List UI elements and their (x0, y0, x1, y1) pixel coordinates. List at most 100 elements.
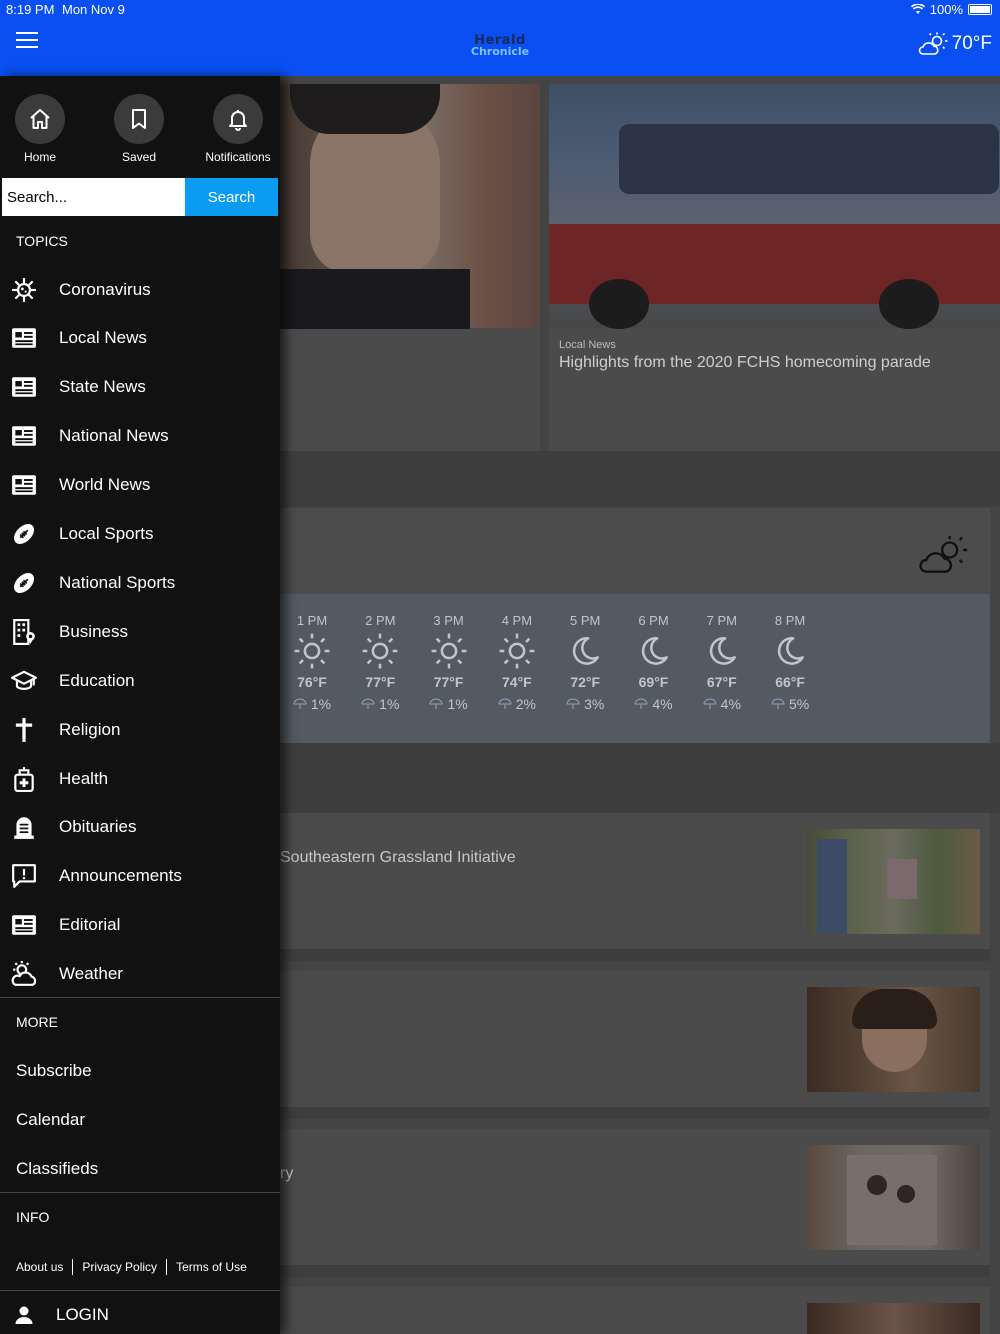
moon-icon (555, 632, 615, 670)
umbrella-icon (429, 696, 447, 712)
forecast-temp: 67°F (706, 674, 737, 690)
article-thumbnail (807, 987, 980, 1092)
info-heading: INFO (16, 1209, 50, 1225)
moon-icon (760, 632, 820, 670)
topic-health[interactable]: Health (0, 754, 280, 803)
article-row[interactable] (280, 971, 990, 1107)
umbrella-icon (634, 696, 652, 712)
header-temperature: 70°F (951, 33, 992, 54)
quick-link-label: Saved (121, 150, 157, 164)
topic-weather[interactable]: Weather (0, 950, 280, 999)
newspaper-icon (0, 912, 48, 938)
umbrella-icon (566, 696, 584, 712)
umbrella-icon (771, 696, 789, 712)
newspaper-icon (0, 472, 48, 498)
bell-icon (229, 110, 247, 131)
battery-icon (968, 4, 992, 15)
forecast-hour: 3 PM 77°F 1% (419, 613, 479, 712)
topic-education[interactable]: Education (0, 656, 280, 705)
topic-label: Education (59, 670, 135, 690)
forecast-time: 6 PM (638, 613, 669, 628)
cross-icon (0, 717, 48, 743)
rain-chance: 4% (720, 696, 741, 712)
more-heading: MORE (16, 1014, 58, 1030)
quick-link-label: Notifications (205, 150, 271, 164)
divider (0, 1192, 280, 1193)
newspaper-icon (0, 423, 48, 449)
umbrella-icon (293, 696, 311, 712)
quick-link-saved[interactable]: Saved (94, 94, 184, 164)
sun-icon (419, 632, 479, 670)
parade-photo (549, 84, 1000, 329)
about-us-link[interactable]: About us (16, 1260, 63, 1274)
hamburger-menu-icon[interactable] (16, 32, 38, 50)
forecast-time: 5 PM (570, 613, 601, 628)
more-item-calendar[interactable]: Calendar (16, 1110, 85, 1130)
more-item-classifieds[interactable]: Classifieds (16, 1159, 98, 1179)
link-separator (166, 1259, 168, 1275)
login-label: LOGIN (56, 1305, 109, 1324)
app-logo[interactable]: Herald Chronicle (460, 34, 540, 57)
login-button[interactable]: LOGIN (0, 1296, 280, 1334)
topic-local-sports[interactable]: Local Sports (0, 510, 280, 559)
bookmark-icon (132, 109, 146, 129)
forecast-hour: 4 PM 74°F 2% (487, 613, 547, 712)
rain-chance: 1% (447, 696, 468, 712)
football-icon (0, 570, 48, 596)
privacy-policy-link[interactable]: Privacy Policy (82, 1260, 157, 1274)
moon-icon (692, 632, 752, 670)
article-card[interactable] (270, 84, 540, 451)
sun-icon (282, 632, 342, 670)
virus-icon (0, 277, 48, 303)
terms-of-use-link[interactable]: Terms of Use (176, 1260, 247, 1274)
moon-icon (624, 632, 684, 670)
topic-editorial[interactable]: Editorial (0, 901, 280, 950)
featured-article-card[interactable]: Local News Highlights from the 2020 FCHS… (549, 84, 1000, 451)
topic-world-news[interactable]: World News (0, 461, 280, 510)
info-links: About us Privacy Policy Terms of Use (16, 1259, 247, 1275)
divider (0, 997, 280, 998)
weather-icon (0, 961, 48, 987)
search-input[interactable] (2, 178, 185, 216)
forecast-hour: 7 PM 67°F 4% (692, 613, 752, 712)
article-row[interactable] (280, 1287, 990, 1334)
header-weather[interactable]: 70°F (918, 32, 992, 56)
topic-national-news[interactable]: National News (0, 412, 280, 461)
forecast-temp: 72°F (570, 674, 601, 690)
app-header: 8:19 PM Mon Nov 9 100% Herald Chronicle … (0, 0, 1000, 76)
article-title: ry (280, 1165, 294, 1182)
umbrella-icon (703, 696, 721, 712)
topic-national-sports[interactable]: National Sports (0, 558, 280, 607)
topic-label: Announcements (59, 866, 182, 886)
article-row[interactable]: ry (280, 1129, 990, 1265)
topic-business[interactable]: Business (0, 607, 280, 656)
quick-link-home[interactable]: Home (0, 94, 85, 164)
article-photo (270, 84, 540, 329)
forecast-hour: 8 PM 66°F 5% (760, 613, 820, 712)
topic-local-news[interactable]: Local News (0, 314, 280, 363)
umbrella-icon (361, 696, 379, 712)
status-date: Mon Nov 9 (62, 2, 125, 17)
forecast-hour: 5 PM 72°F 3% (555, 613, 615, 712)
graduation-cap-icon (0, 668, 48, 694)
forecast-time: 8 PM (774, 613, 806, 628)
weather-widget[interactable]: 1 PM 76°F 1% 2 PM 77°F 1% 3 PM 77°F 1% 4 PM 74°F 2%… (280, 508, 990, 743)
topic-coronavirus[interactable]: Coronavirus (0, 265, 280, 314)
more-item-subscribe[interactable]: Subscribe (16, 1061, 92, 1081)
side-drawer: Home Saved Notifications Search TOPICS C… (0, 76, 280, 1334)
status-indicators: 100% (910, 2, 992, 17)
article-row[interactable]: Southeastern Grassland Initiative (280, 813, 990, 949)
topic-religion[interactable]: Religion (0, 705, 280, 754)
search-button[interactable]: Search (185, 178, 278, 216)
topic-state-news[interactable]: State News (0, 363, 280, 412)
article-thumbnail (807, 1145, 980, 1250)
topic-label: Health (59, 768, 109, 788)
building-icon (0, 618, 48, 645)
forecast-hour: 2 PM 77°F 1% (350, 613, 410, 712)
topic-announcements[interactable]: Announcements (0, 852, 280, 901)
topic-label: State News (59, 377, 146, 397)
topic-obituaries[interactable]: Obituaries (0, 803, 280, 852)
forecast-temp: 77°F (365, 674, 396, 690)
umbrella-icon (498, 696, 516, 712)
quick-link-notifications[interactable]: Notifications (193, 94, 283, 164)
